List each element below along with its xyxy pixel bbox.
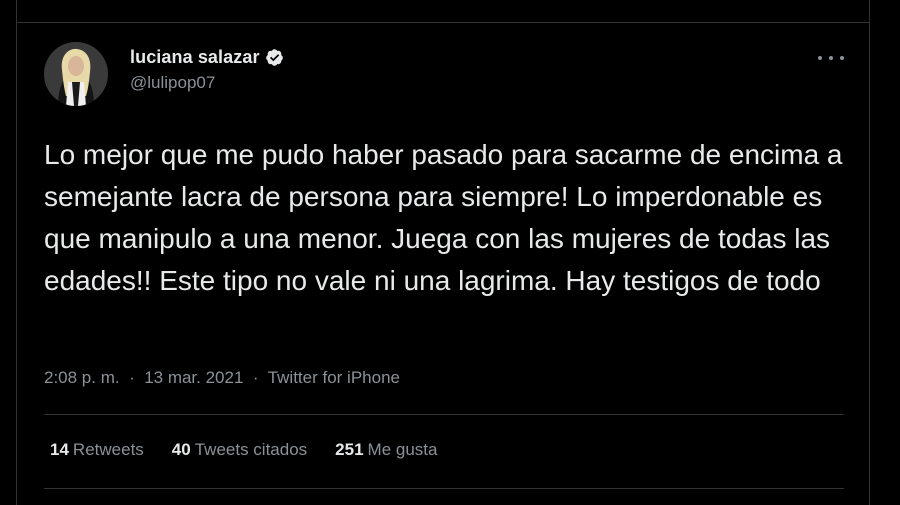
tweet-stats: 14 Retweets 40 Tweets citados 251 Me gusta (50, 440, 437, 460)
quotes-label: Tweets citados (194, 440, 308, 459)
avatar-image (44, 42, 108, 106)
divider-bottom (44, 488, 844, 489)
card-border-top (16, 22, 870, 23)
likes-stat[interactable]: 251 Me gusta (335, 440, 437, 460)
avatar[interactable] (44, 42, 108, 106)
card-border-right (869, 0, 870, 505)
more-dot (840, 56, 844, 60)
retweets-stat[interactable]: 14 Retweets (50, 440, 144, 460)
quotes-stat[interactable]: 40 Tweets citados (172, 440, 307, 460)
meta-separator: · (248, 368, 264, 387)
retweets-count: 14 (50, 440, 69, 459)
divider-top (44, 414, 844, 415)
likes-count: 251 (335, 440, 364, 459)
tweet-meta: 2:08 p. m. · 13 mar. 2021 · Twitter for … (44, 368, 400, 388)
author-handle[interactable]: @lulipop07 (130, 73, 284, 93)
retweets-label: Retweets (72, 440, 144, 459)
author-display-name[interactable]: luciana salazar (130, 47, 260, 68)
more-dot (829, 56, 833, 60)
tweet-date[interactable]: 13 mar. 2021 (144, 368, 243, 387)
verified-badge-icon (265, 49, 283, 66)
more-options-icon[interactable] (818, 51, 844, 65)
author-name-row: luciana salazar (130, 47, 284, 68)
card-border-left (16, 0, 17, 505)
likes-label: Me gusta (367, 440, 438, 459)
more-dot (818, 56, 822, 60)
tweet-card: luciana salazar @lulipop07 Lo mejor que … (0, 0, 900, 505)
quotes-count: 40 (171, 440, 191, 459)
tweet-time[interactable]: 2:08 p. m. (44, 368, 120, 387)
tweet-text: Lo mejor que me pudo haber pasado para s… (44, 139, 843, 296)
tweet-source[interactable]: Twitter for iPhone (268, 368, 400, 387)
meta-separator: · (124, 368, 140, 387)
author-block: luciana salazar @lulipop07 (130, 47, 284, 93)
